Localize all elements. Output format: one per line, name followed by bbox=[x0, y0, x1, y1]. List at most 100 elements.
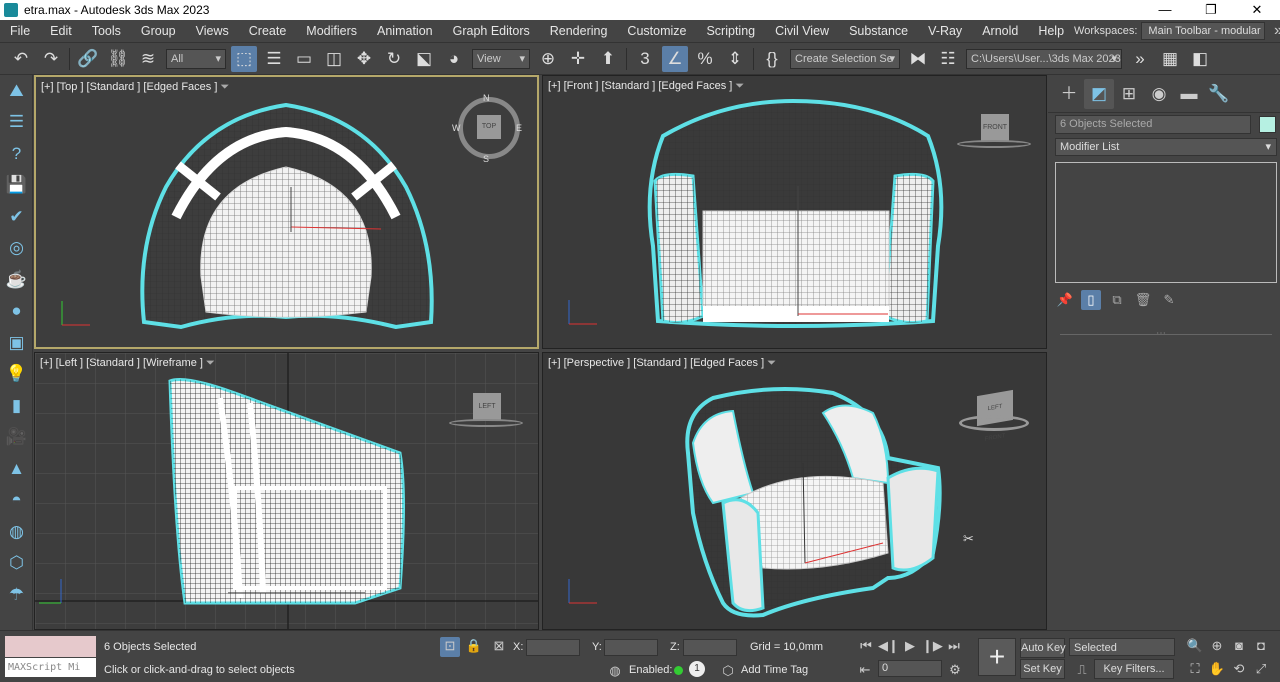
window-crossing-icon[interactable]: ◫ bbox=[321, 46, 347, 72]
panel-drag-handle[interactable]: ⋯ bbox=[1156, 328, 1166, 339]
named-selection-dropdown[interactable]: Create Selection Se bbox=[790, 48, 900, 69]
viewport-left[interactable]: [+] [Left ] [Standard ] [Wireframe ] ⏷ L… bbox=[34, 352, 539, 630]
menu-customize[interactable]: Customize bbox=[617, 20, 696, 43]
sphere-icon[interactable]: ● bbox=[0, 296, 33, 328]
maxscript-listener[interactable] bbox=[5, 636, 96, 657]
bind-space-warp-icon[interactable]: ≋ bbox=[135, 46, 161, 72]
auto-key-button[interactable]: Auto Key bbox=[1020, 638, 1066, 658]
filter-icon[interactable]: ⏷ bbox=[206, 357, 215, 369]
z-coordinate-field[interactable] bbox=[683, 639, 737, 656]
angle-snap-icon[interactable]: ∠ bbox=[662, 45, 688, 72]
check-icon[interactable]: ✔ bbox=[0, 201, 33, 233]
create-tab-icon[interactable]: ＋ bbox=[1054, 79, 1084, 109]
zoom-icon[interactable]: 🔍 bbox=[1186, 637, 1204, 655]
help-icon[interactable]: ? bbox=[0, 138, 33, 170]
percent-snap-icon[interactable]: % bbox=[692, 46, 718, 72]
place-icon[interactable]: ◕ bbox=[441, 46, 467, 72]
orbit-icon[interactable]: ⟲ bbox=[1230, 660, 1248, 678]
scale-icon[interactable]: ⬕ bbox=[411, 46, 437, 72]
zoom-all-icon[interactable]: ⊕ bbox=[1208, 637, 1226, 655]
list-icon[interactable]: ☰ bbox=[0, 107, 33, 139]
goto-start-icon[interactable]: ⏮ bbox=[856, 637, 876, 655]
menu-views[interactable]: Views bbox=[186, 20, 239, 43]
hierarchy-tab-icon[interactable]: ⊞ bbox=[1114, 79, 1144, 109]
align-icon[interactable]: ☷ bbox=[935, 46, 961, 72]
modifier-list-dropdown[interactable]: Modifier List bbox=[1055, 138, 1277, 156]
scene-explorer-icon[interactable]: ▦ bbox=[1157, 46, 1183, 72]
menu-graph-editors[interactable]: Graph Editors bbox=[443, 20, 540, 43]
viewport-perspective-label[interactable]: [+] [Perspective ] [Standard ] [Edged Fa… bbox=[548, 357, 776, 370]
goto-end-icon[interactable]: ⏭ bbox=[944, 637, 964, 655]
next-frame-icon[interactable]: ❙▶ bbox=[922, 637, 943, 655]
filter-icon[interactable]: ⏷ bbox=[735, 80, 744, 92]
viewcube[interactable]: FRONT bbox=[981, 114, 1009, 142]
x-coordinate-field[interactable] bbox=[526, 639, 580, 656]
viewcube-ring[interactable] bbox=[959, 415, 1029, 431]
menu-tools[interactable]: Tools bbox=[82, 20, 131, 43]
key-filters-button[interactable]: Key Filters... bbox=[1094, 659, 1174, 679]
rotate-icon[interactable]: ↻ bbox=[381, 46, 407, 72]
viewcube-ring[interactable] bbox=[957, 140, 1031, 148]
umbrella-icon[interactable]: ☂ bbox=[0, 579, 33, 611]
motion-tab-icon[interactable]: ◉ bbox=[1144, 79, 1174, 109]
dome-icon[interactable]: ◓ bbox=[0, 485, 33, 517]
keyboard-shortcut-override-icon[interactable]: ⬆ bbox=[595, 46, 621, 72]
pin-stack-icon[interactable]: 📌 bbox=[1055, 290, 1075, 310]
close-button[interactable]: ✕ bbox=[1234, 0, 1280, 20]
remove-modifier-icon[interactable]: 🗑 bbox=[1133, 290, 1153, 310]
absolute-mode-icon[interactable]: ⊠ bbox=[490, 637, 508, 655]
configure-modifier-sets-icon[interactable]: ✎ bbox=[1159, 290, 1179, 310]
isolate-selection-icon[interactable]: ⊡ bbox=[440, 637, 460, 657]
set-key-button[interactable]: Set Key bbox=[1020, 659, 1065, 679]
geosphere-icon[interactable]: ⬡ bbox=[0, 548, 33, 580]
filter-icon[interactable]: ⏷ bbox=[220, 81, 229, 93]
menu-arnold[interactable]: Arnold bbox=[972, 20, 1028, 43]
chevron-double-right-icon[interactable]: » bbox=[1127, 46, 1153, 72]
select-object-icon[interactable]: ⬚ bbox=[231, 45, 257, 72]
pan-icon[interactable]: ✋ bbox=[1208, 660, 1226, 678]
chevron-double-right-icon[interactable]: » bbox=[1265, 22, 1280, 40]
bars-icon[interactable]: ▮ bbox=[0, 390, 33, 422]
viewport-perspective[interactable]: [+] [Perspective ] [Standard ] [Edged Fa… bbox=[542, 352, 1047, 630]
minimize-button[interactable]: — bbox=[1142, 0, 1188, 20]
tag-icon[interactable]: ⬡ bbox=[720, 662, 736, 680]
viewport-top-label[interactable]: [+] [Top ] [Standard ] [Edged Faces ] ⏷ bbox=[41, 81, 229, 94]
time-configuration-icon[interactable]: ⚙ bbox=[946, 661, 964, 679]
menu-vray[interactable]: V-Ray bbox=[918, 20, 972, 43]
save-icon[interactable]: 💾 bbox=[0, 170, 33, 202]
menu-file[interactable]: File bbox=[0, 20, 40, 43]
lamp-icon[interactable]: ▲ bbox=[0, 453, 33, 485]
ball-icon[interactable]: ◍ bbox=[0, 516, 33, 548]
menu-modifiers[interactable]: Modifiers bbox=[296, 20, 367, 43]
rectangular-selection-icon[interactable]: ▭ bbox=[291, 46, 317, 72]
select-manipulate-icon[interactable]: ✛ bbox=[565, 46, 591, 72]
layer-explorer-icon[interactable]: ◧ bbox=[1187, 46, 1213, 72]
utilities-tab-icon[interactable]: 🔧 bbox=[1204, 79, 1234, 109]
display-tab-icon[interactable]: ▬ bbox=[1174, 79, 1204, 109]
zoom-extents-all-icon[interactable]: ◘ bbox=[1252, 637, 1270, 655]
redo-icon[interactable]: ↷ bbox=[38, 46, 64, 72]
menu-rendering[interactable]: Rendering bbox=[540, 20, 618, 43]
undo-icon[interactable]: ↶ bbox=[8, 46, 34, 72]
mirror-icon[interactable]: ⧓ bbox=[905, 46, 931, 72]
move-icon[interactable]: ✥ bbox=[351, 46, 377, 72]
menu-create[interactable]: Create bbox=[239, 20, 297, 43]
key-mode-dropdown[interactable]: Selected bbox=[1069, 638, 1175, 656]
show-end-result-icon[interactable]: ▯ bbox=[1081, 290, 1101, 310]
teapot-icon[interactable]: ☕ bbox=[0, 264, 33, 296]
set-key-big-button[interactable]: + bbox=[978, 638, 1016, 676]
scene-tree-icon[interactable]: ⛰ bbox=[0, 75, 33, 107]
filter-icon[interactable]: ⏷ bbox=[767, 357, 776, 369]
workspace-dropdown[interactable]: Main Toolbar - modular bbox=[1141, 22, 1266, 40]
viewport-front-label[interactable]: [+] [Front ] [Standard ] [Edged Faces ] … bbox=[548, 80, 744, 93]
viewport-front[interactable]: [+] [Front ] [Standard ] [Edged Faces ] … bbox=[542, 75, 1047, 349]
unlink-icon[interactable]: ⛓ bbox=[105, 46, 131, 72]
menu-edit[interactable]: Edit bbox=[40, 20, 82, 43]
modifier-stack[interactable] bbox=[1055, 162, 1277, 283]
camera-icon[interactable]: 🎥 bbox=[0, 422, 33, 454]
key-mode-icon[interactable]: ⇤ bbox=[856, 661, 874, 679]
object-name-field[interactable]: 6 Objects Selected bbox=[1055, 115, 1251, 134]
play-icon[interactable]: ▶ bbox=[900, 637, 920, 655]
menu-help[interactable]: Help bbox=[1028, 20, 1074, 43]
field-of-view-icon[interactable]: ⛶ bbox=[1186, 660, 1204, 678]
